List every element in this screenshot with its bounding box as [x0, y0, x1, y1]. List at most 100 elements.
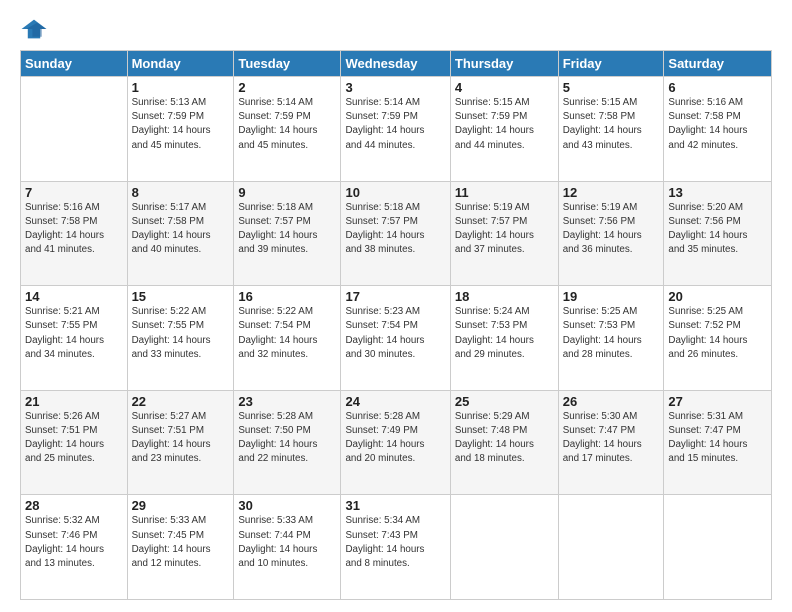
day-number: 31 [345, 498, 445, 513]
day-cell: 17Sunrise: 5:23 AM Sunset: 7:54 PM Dayli… [341, 286, 450, 391]
day-info: Sunrise: 5:16 AM Sunset: 7:58 PM Dayligh… [25, 201, 123, 258]
day-number: 15 [132, 289, 230, 304]
day-cell: 11Sunrise: 5:19 AM Sunset: 7:57 PM Dayli… [450, 181, 558, 286]
day-cell [558, 495, 664, 600]
calendar-table: SundayMondayTuesdayWednesdayThursdayFrid… [20, 50, 772, 600]
day-info: Sunrise: 5:24 AM Sunset: 7:53 PM Dayligh… [455, 305, 554, 362]
week-row-2: 7Sunrise: 5:16 AM Sunset: 7:58 PM Daylig… [21, 181, 772, 286]
day-info: Sunrise: 5:30 AM Sunset: 7:47 PM Dayligh… [563, 410, 660, 467]
day-cell: 24Sunrise: 5:28 AM Sunset: 7:49 PM Dayli… [341, 390, 450, 495]
day-cell: 30Sunrise: 5:33 AM Sunset: 7:44 PM Dayli… [234, 495, 341, 600]
day-info: Sunrise: 5:18 AM Sunset: 7:57 PM Dayligh… [345, 201, 445, 258]
day-number: 2 [238, 80, 336, 95]
day-info: Sunrise: 5:31 AM Sunset: 7:47 PM Dayligh… [668, 410, 767, 467]
day-number: 26 [563, 394, 660, 409]
page: SundayMondayTuesdayWednesdayThursdayFrid… [0, 0, 792, 612]
day-cell: 4Sunrise: 5:15 AM Sunset: 7:59 PM Daylig… [450, 77, 558, 182]
day-number: 23 [238, 394, 336, 409]
day-info: Sunrise: 5:15 AM Sunset: 7:59 PM Dayligh… [455, 96, 554, 153]
day-info: Sunrise: 5:34 AM Sunset: 7:43 PM Dayligh… [345, 514, 445, 571]
day-number: 9 [238, 185, 336, 200]
week-row-3: 14Sunrise: 5:21 AM Sunset: 7:55 PM Dayli… [21, 286, 772, 391]
day-number: 19 [563, 289, 660, 304]
day-number: 20 [668, 289, 767, 304]
weekday-header-row: SundayMondayTuesdayWednesdayThursdayFrid… [21, 51, 772, 77]
day-number: 5 [563, 80, 660, 95]
day-info: Sunrise: 5:21 AM Sunset: 7:55 PM Dayligh… [25, 305, 123, 362]
week-row-5: 28Sunrise: 5:32 AM Sunset: 7:46 PM Dayli… [21, 495, 772, 600]
day-cell [450, 495, 558, 600]
day-cell: 8Sunrise: 5:17 AM Sunset: 7:58 PM Daylig… [127, 181, 234, 286]
day-cell: 28Sunrise: 5:32 AM Sunset: 7:46 PM Dayli… [21, 495, 128, 600]
day-cell [664, 495, 772, 600]
day-number: 3 [345, 80, 445, 95]
day-cell: 2Sunrise: 5:14 AM Sunset: 7:59 PM Daylig… [234, 77, 341, 182]
logo [20, 18, 52, 40]
day-cell: 21Sunrise: 5:26 AM Sunset: 7:51 PM Dayli… [21, 390, 128, 495]
day-cell [21, 77, 128, 182]
day-info: Sunrise: 5:22 AM Sunset: 7:55 PM Dayligh… [132, 305, 230, 362]
weekday-sunday: Sunday [21, 51, 128, 77]
day-number: 21 [25, 394, 123, 409]
day-number: 6 [668, 80, 767, 95]
day-cell: 25Sunrise: 5:29 AM Sunset: 7:48 PM Dayli… [450, 390, 558, 495]
day-number: 27 [668, 394, 767, 409]
day-number: 30 [238, 498, 336, 513]
day-info: Sunrise: 5:26 AM Sunset: 7:51 PM Dayligh… [25, 410, 123, 467]
day-info: Sunrise: 5:25 AM Sunset: 7:53 PM Dayligh… [563, 305, 660, 362]
day-info: Sunrise: 5:28 AM Sunset: 7:49 PM Dayligh… [345, 410, 445, 467]
header [20, 18, 772, 40]
day-number: 22 [132, 394, 230, 409]
weekday-tuesday: Tuesday [234, 51, 341, 77]
day-info: Sunrise: 5:13 AM Sunset: 7:59 PM Dayligh… [132, 96, 230, 153]
day-number: 16 [238, 289, 336, 304]
weekday-monday: Monday [127, 51, 234, 77]
day-number: 14 [25, 289, 123, 304]
day-cell: 16Sunrise: 5:22 AM Sunset: 7:54 PM Dayli… [234, 286, 341, 391]
day-number: 28 [25, 498, 123, 513]
day-cell: 26Sunrise: 5:30 AM Sunset: 7:47 PM Dayli… [558, 390, 664, 495]
day-info: Sunrise: 5:23 AM Sunset: 7:54 PM Dayligh… [345, 305, 445, 362]
day-cell: 23Sunrise: 5:28 AM Sunset: 7:50 PM Dayli… [234, 390, 341, 495]
day-info: Sunrise: 5:22 AM Sunset: 7:54 PM Dayligh… [238, 305, 336, 362]
day-cell: 3Sunrise: 5:14 AM Sunset: 7:59 PM Daylig… [341, 77, 450, 182]
day-cell: 27Sunrise: 5:31 AM Sunset: 7:47 PM Dayli… [664, 390, 772, 495]
day-number: 12 [563, 185, 660, 200]
day-info: Sunrise: 5:20 AM Sunset: 7:56 PM Dayligh… [668, 201, 767, 258]
day-number: 13 [668, 185, 767, 200]
day-number: 17 [345, 289, 445, 304]
day-cell: 13Sunrise: 5:20 AM Sunset: 7:56 PM Dayli… [664, 181, 772, 286]
day-info: Sunrise: 5:28 AM Sunset: 7:50 PM Dayligh… [238, 410, 336, 467]
day-info: Sunrise: 5:14 AM Sunset: 7:59 PM Dayligh… [345, 96, 445, 153]
day-number: 29 [132, 498, 230, 513]
day-number: 11 [455, 185, 554, 200]
day-info: Sunrise: 5:33 AM Sunset: 7:45 PM Dayligh… [132, 514, 230, 571]
weekday-saturday: Saturday [664, 51, 772, 77]
day-cell: 1Sunrise: 5:13 AM Sunset: 7:59 PM Daylig… [127, 77, 234, 182]
week-row-4: 21Sunrise: 5:26 AM Sunset: 7:51 PM Dayli… [21, 390, 772, 495]
day-number: 18 [455, 289, 554, 304]
day-info: Sunrise: 5:29 AM Sunset: 7:48 PM Dayligh… [455, 410, 554, 467]
day-number: 4 [455, 80, 554, 95]
day-info: Sunrise: 5:33 AM Sunset: 7:44 PM Dayligh… [238, 514, 336, 571]
day-cell: 14Sunrise: 5:21 AM Sunset: 7:55 PM Dayli… [21, 286, 128, 391]
day-info: Sunrise: 5:19 AM Sunset: 7:57 PM Dayligh… [455, 201, 554, 258]
day-info: Sunrise: 5:15 AM Sunset: 7:58 PM Dayligh… [563, 96, 660, 153]
day-info: Sunrise: 5:16 AM Sunset: 7:58 PM Dayligh… [668, 96, 767, 153]
day-info: Sunrise: 5:18 AM Sunset: 7:57 PM Dayligh… [238, 201, 336, 258]
day-info: Sunrise: 5:19 AM Sunset: 7:56 PM Dayligh… [563, 201, 660, 258]
day-cell: 20Sunrise: 5:25 AM Sunset: 7:52 PM Dayli… [664, 286, 772, 391]
day-number: 10 [345, 185, 445, 200]
day-cell: 29Sunrise: 5:33 AM Sunset: 7:45 PM Dayli… [127, 495, 234, 600]
day-number: 8 [132, 185, 230, 200]
day-cell: 22Sunrise: 5:27 AM Sunset: 7:51 PM Dayli… [127, 390, 234, 495]
weekday-wednesday: Wednesday [341, 51, 450, 77]
day-number: 7 [25, 185, 123, 200]
day-cell: 15Sunrise: 5:22 AM Sunset: 7:55 PM Dayli… [127, 286, 234, 391]
weekday-thursday: Thursday [450, 51, 558, 77]
day-info: Sunrise: 5:32 AM Sunset: 7:46 PM Dayligh… [25, 514, 123, 571]
day-cell: 7Sunrise: 5:16 AM Sunset: 7:58 PM Daylig… [21, 181, 128, 286]
day-cell: 10Sunrise: 5:18 AM Sunset: 7:57 PM Dayli… [341, 181, 450, 286]
day-cell: 19Sunrise: 5:25 AM Sunset: 7:53 PM Dayli… [558, 286, 664, 391]
day-cell: 12Sunrise: 5:19 AM Sunset: 7:56 PM Dayli… [558, 181, 664, 286]
